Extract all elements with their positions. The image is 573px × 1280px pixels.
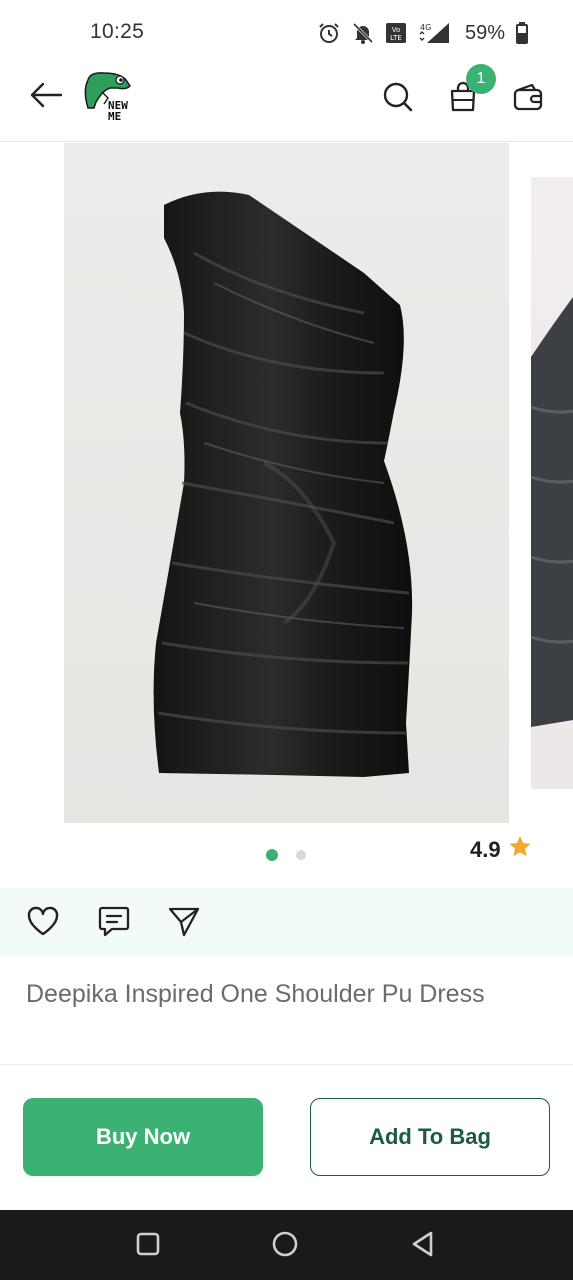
cart-count-badge: 1 <box>466 64 496 94</box>
star-icon <box>507 834 533 865</box>
gallery-indicator <box>266 849 306 861</box>
search-icon <box>382 81 414 118</box>
gallery-dot-active[interactable] <box>266 849 278 861</box>
comment-icon <box>97 904 131 943</box>
comment-button[interactable] <box>96 905 132 941</box>
system-nav-bar <box>0 1210 573 1280</box>
svg-text:LTE: LTE <box>390 34 402 42</box>
recent-apps-button[interactable] <box>130 1228 166 1264</box>
divider <box>0 1064 573 1065</box>
share-icon <box>167 904 201 943</box>
home-button[interactable] <box>267 1228 303 1264</box>
signal-4g-icon: 4G <box>417 21 451 45</box>
circle-icon <box>270 1229 300 1264</box>
battery-icon <box>515 21 529 45</box>
alarm-icon <box>317 21 341 45</box>
product-image-next[interactable] <box>531 177 573 789</box>
status-time: 10:25 <box>90 20 145 43</box>
share-button[interactable] <box>166 905 202 941</box>
product-rating: 4.9 <box>470 834 533 865</box>
back-arrow-icon <box>29 82 63 113</box>
add-to-bag-button[interactable]: Add To Bag <box>310 1098 550 1176</box>
triangle-back-icon <box>409 1230 437 1263</box>
svg-text:Vo: Vo <box>392 26 401 34</box>
buy-now-button[interactable]: Buy Now <box>23 1098 263 1176</box>
wallet-button[interactable] <box>508 80 548 118</box>
system-back-button[interactable] <box>405 1228 441 1264</box>
product-image-main[interactable] <box>64 143 509 823</box>
wishlist-button[interactable] <box>25 905 61 941</box>
status-bar: 10:25 Vo LTE 4G 59% <box>0 0 573 66</box>
gallery-dot[interactable] <box>296 850 306 860</box>
dress-image-secondary <box>531 297 573 727</box>
wallet-icon <box>512 82 544 117</box>
square-icon <box>134 1230 162 1263</box>
logo-text: NEW ME <box>108 99 128 123</box>
heart-icon <box>26 905 60 942</box>
product-actions-bar <box>0 888 573 956</box>
brand-logo[interactable]: NEW ME <box>80 70 144 128</box>
rating-value: 4.9 <box>470 836 501 862</box>
search-button[interactable] <box>378 80 418 118</box>
product-image-gallery[interactable] <box>0 143 573 823</box>
volte-icon: Vo LTE <box>385 21 407 45</box>
back-button[interactable] <box>26 80 66 114</box>
product-title: Deepika Inspired One Shoulder Pu Dress <box>26 980 485 1008</box>
battery-percent: 59% <box>464 21 505 44</box>
svg-text:4G: 4G <box>420 23 431 32</box>
dress-image <box>153 191 413 778</box>
status-icons: Vo LTE 4G 59% <box>317 18 529 48</box>
mute-icon <box>351 21 375 45</box>
